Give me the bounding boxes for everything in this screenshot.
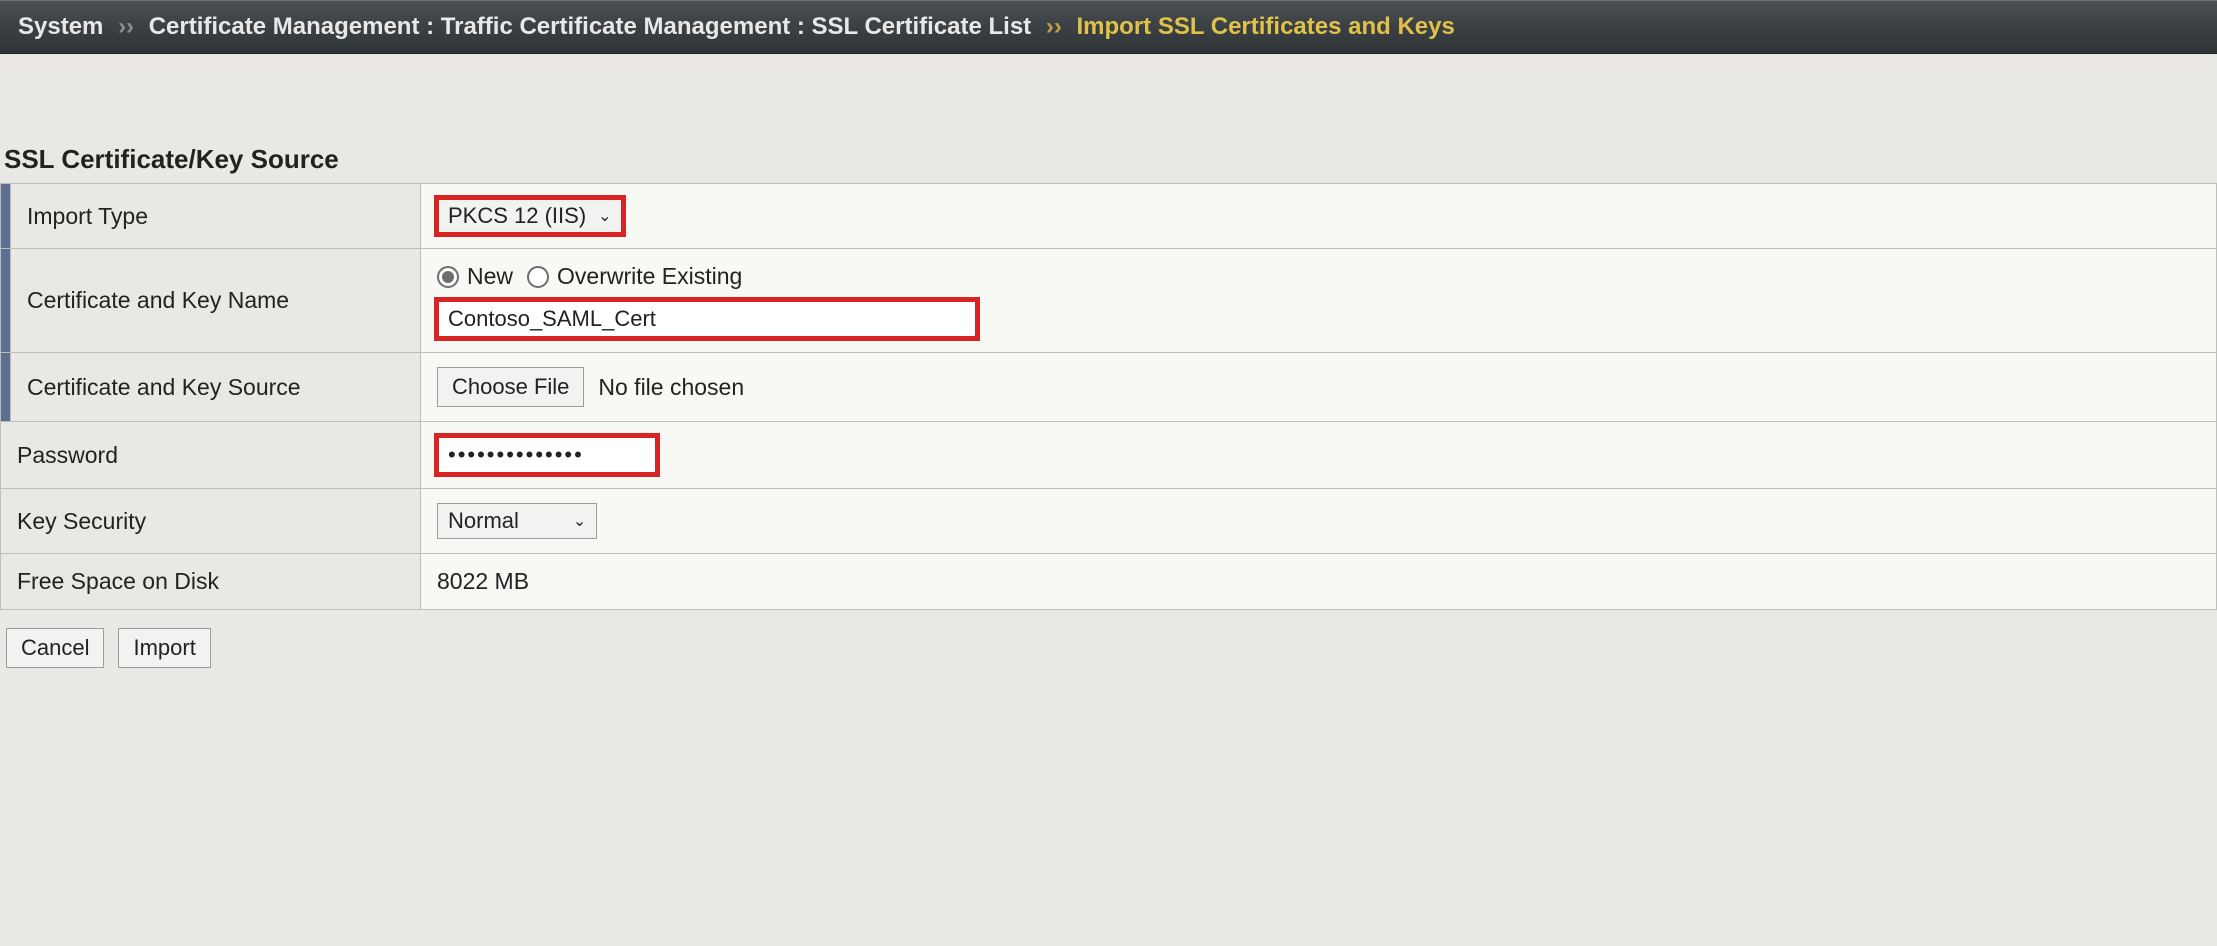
free-space-value: 8022 MB: [437, 568, 529, 594]
radio-new-label: New: [467, 263, 513, 290]
cell-password: ••••••••••••••: [421, 422, 2217, 489]
file-status: No file chosen: [598, 374, 744, 401]
form-table: Import Type PKCS 12 (IIS) ⌄ Certificate …: [0, 183, 2217, 610]
label-cert-name: Certificate and Key Name: [11, 249, 421, 353]
row-accent: [1, 184, 11, 249]
import-type-select[interactable]: PKCS 12 (IIS) ⌄: [437, 198, 623, 234]
choose-file-button[interactable]: Choose File: [437, 367, 584, 407]
row-accent: [1, 353, 11, 422]
label-import-type: Import Type: [11, 184, 421, 249]
chevron-down-icon: ⌄: [598, 206, 611, 226]
cell-key-security: Normal ⌄: [421, 489, 2217, 554]
label-cert-source: Certificate and Key Source: [11, 353, 421, 422]
import-type-value: PKCS 12 (IIS): [448, 203, 586, 229]
footer-buttons: Cancel Import: [0, 610, 2217, 686]
radio-overwrite[interactable]: [527, 266, 549, 288]
cell-import-type: PKCS 12 (IIS) ⌄: [421, 184, 2217, 249]
chevron-down-icon: ⌄: [573, 511, 586, 531]
breadcrumb-current: Import SSL Certificates and Keys: [1077, 13, 1455, 40]
cert-name-radio-group: New Overwrite Existing: [437, 263, 2200, 290]
cell-cert-source: Choose File No file chosen: [421, 353, 2217, 422]
label-key-security: Key Security: [1, 489, 421, 554]
import-button[interactable]: Import: [118, 628, 210, 668]
cell-cert-name: New Overwrite Existing Contoso_SAML_Cert: [421, 249, 2217, 353]
breadcrumb-path[interactable]: Certificate Management : Traffic Certifi…: [149, 13, 1031, 40]
key-security-select[interactable]: Normal ⌄: [437, 503, 597, 539]
label-password: Password: [1, 422, 421, 489]
breadcrumb-sep: ››: [118, 13, 134, 40]
breadcrumb: System ›› Certificate Management : Traff…: [0, 0, 2217, 54]
row-accent: [1, 249, 11, 353]
section-title: SSL Certificate/Key Source: [0, 144, 2217, 183]
cell-free-space: 8022 MB: [421, 554, 2217, 610]
breadcrumb-root[interactable]: System: [18, 13, 103, 40]
radio-overwrite-label: Overwrite Existing: [557, 263, 742, 290]
key-security-value: Normal: [448, 508, 519, 534]
cert-name-input[interactable]: Contoso_SAML_Cert: [437, 300, 977, 338]
label-free-space: Free Space on Disk: [1, 554, 421, 610]
password-input[interactable]: ••••••••••••••: [437, 436, 657, 474]
radio-new[interactable]: [437, 266, 459, 288]
breadcrumb-sep: ››: [1046, 13, 1062, 40]
cancel-button[interactable]: Cancel: [6, 628, 104, 668]
